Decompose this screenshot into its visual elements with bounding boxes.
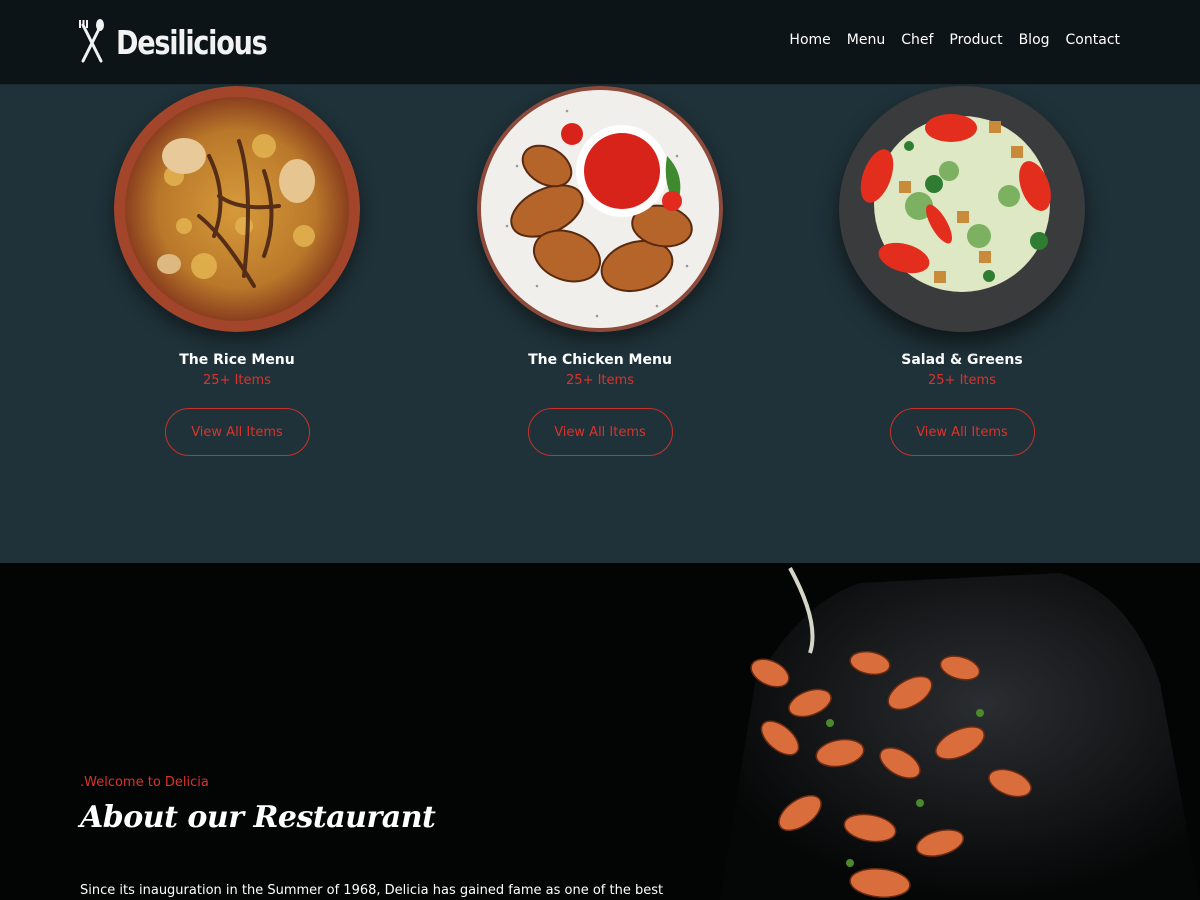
menu-card-chicken: The Chicken Menu 25+ Items View All Item… <box>450 84 750 456</box>
salad-dish-image <box>839 86 1085 332</box>
card-title: The Chicken Menu <box>528 352 672 368</box>
nav-product[interactable]: Product <box>949 32 1002 48</box>
card-title: The Rice Menu <box>179 352 295 368</box>
chef-shrimp-image <box>660 563 1200 900</box>
card-count: 25+ Items <box>203 373 271 388</box>
card-title: Salad & Greens <box>901 352 1023 368</box>
main-nav: Home Menu Chef Product Blog Contact <box>789 32 1120 48</box>
view-all-salad-button[interactable]: View All Items <box>889 408 1035 456</box>
about-kicker: .Welcome to Delicia <box>80 775 209 790</box>
brand-logo[interactable]: Desilicious <box>78 18 300 66</box>
nav-contact[interactable]: Contact <box>1066 32 1120 48</box>
nav-home[interactable]: Home <box>789 32 830 48</box>
menu-card-salad: Salad & Greens 25+ Items View All Items <box>812 84 1112 456</box>
about-section: .Welcome to Delicia About our Restaurant… <box>0 563 1200 900</box>
nav-menu[interactable]: Menu <box>847 32 885 48</box>
site-header: Desilicious Home Menu Chef Product Blog … <box>0 0 1200 85</box>
about-text: Since its inauguration in the Summer of … <box>80 883 664 898</box>
nav-blog[interactable]: Blog <box>1019 32 1050 48</box>
fork-knife-icon <box>79 19 104 63</box>
chicken-dish-image <box>477 86 723 332</box>
card-count: 25+ Items <box>928 373 996 388</box>
rice-dish-image <box>114 86 360 332</box>
card-count: 25+ Items <box>566 373 634 388</box>
view-all-chicken-button[interactable]: View All Items <box>527 408 673 456</box>
nav-chef[interactable]: Chef <box>901 32 933 48</box>
brand-name: Desilicious <box>116 22 268 62</box>
view-all-rice-button[interactable]: View All Items <box>164 408 310 456</box>
about-title: About our Restaurant <box>80 800 436 835</box>
menu-card-rice: The Rice Menu 25+ Items View All Items <box>87 84 387 456</box>
menu-categories: The Rice Menu 25+ Items View All Items T… <box>0 84 1200 563</box>
